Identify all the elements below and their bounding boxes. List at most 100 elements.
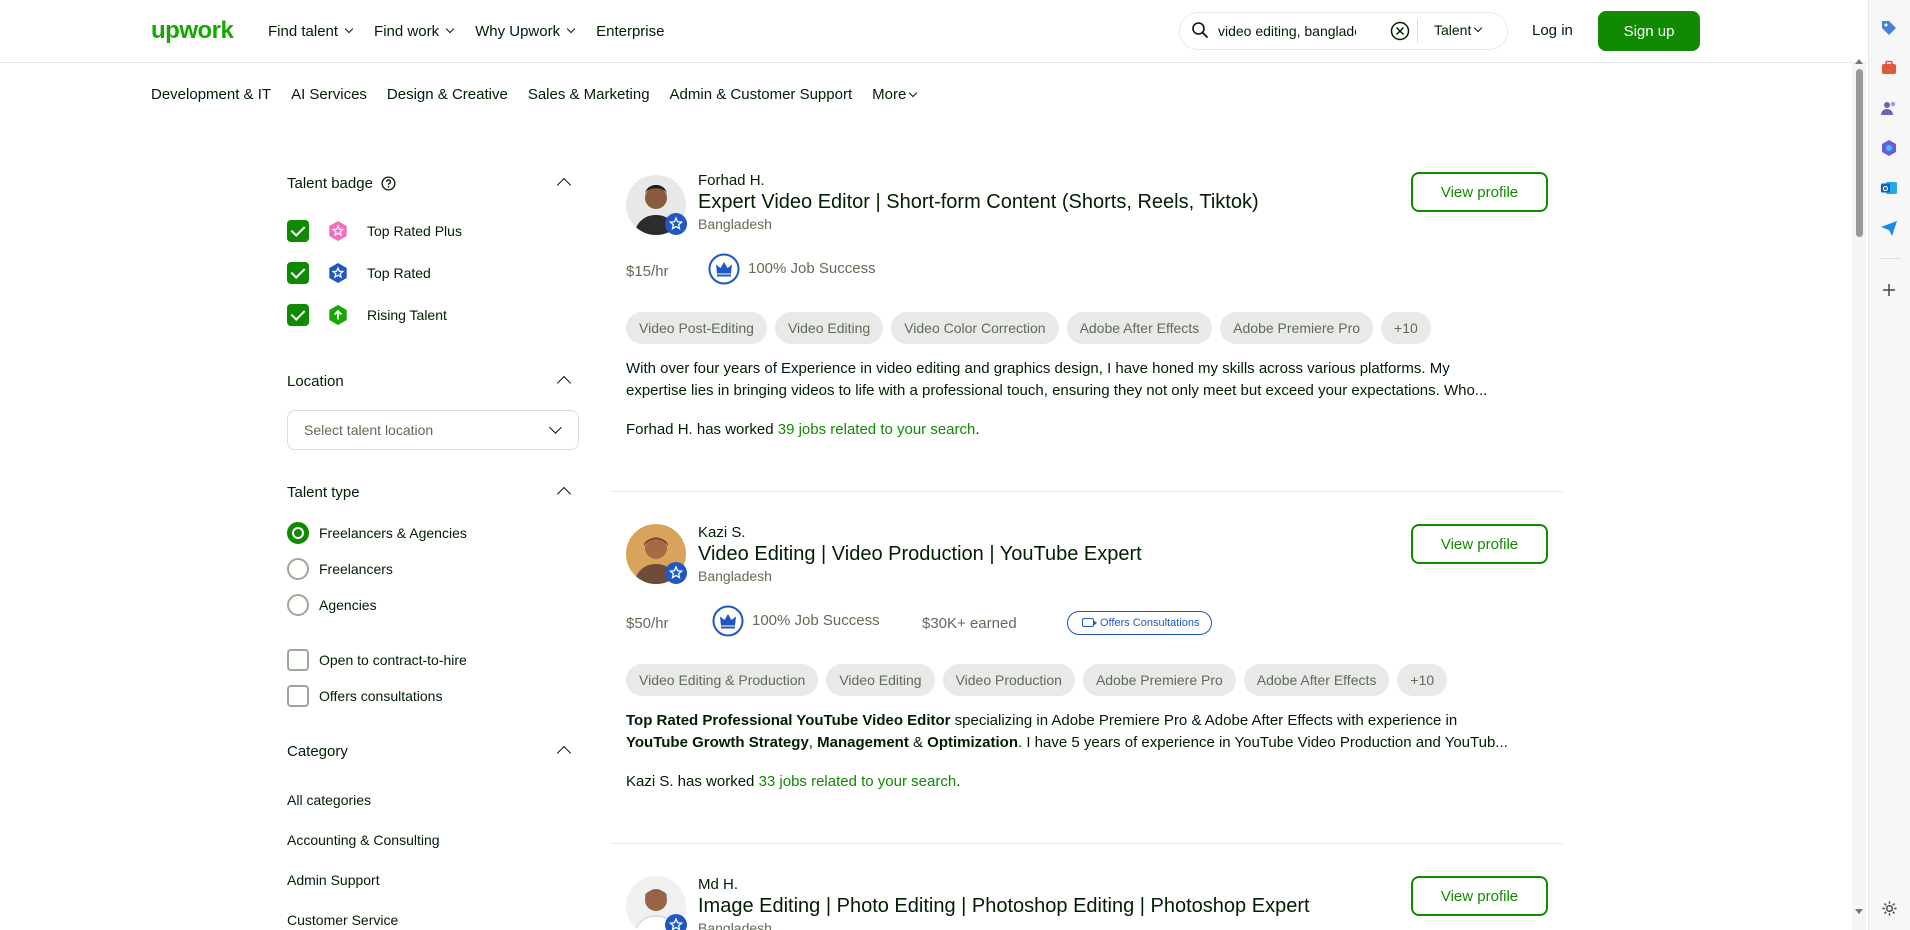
collapse-category-icon[interactable]: [556, 745, 572, 761]
category-bar: Development & IT AI Services Design & Cr…: [151, 86, 918, 103]
nav-find-work[interactable]: Find work: [374, 23, 455, 40]
radio-label: Freelancers: [319, 561, 393, 577]
category-all[interactable]: All categories: [287, 792, 371, 808]
scroll-thumb[interactable]: [1856, 69, 1863, 237]
top-header: upwork Find talent Find work Why Upwork …: [0, 0, 1867, 63]
card-divider: [610, 843, 1563, 844]
offers-consultations-badge[interactable]: Offers Consultations: [1067, 611, 1213, 635]
upwork-logo[interactable]: upwork: [151, 17, 234, 45]
signup-button[interactable]: Sign up: [1598, 11, 1700, 51]
add-icon[interactable]: [1879, 280, 1899, 300]
category-sales-marketing[interactable]: Sales & Marketing: [528, 86, 650, 103]
skill-tag[interactable]: Adobe After Effects: [1066, 312, 1213, 344]
jobs-worked: Forhad H. has worked 39 jobs related to …: [626, 421, 980, 438]
related-jobs-link[interactable]: 39 jobs related to your search: [778, 421, 976, 438]
category-customer-service[interactable]: Customer Service: [287, 912, 398, 928]
collapse-talent-badge-icon[interactable]: [556, 177, 572, 193]
category-development-it[interactable]: Development & IT: [151, 86, 271, 103]
skill-tag[interactable]: Video Editing & Production: [626, 664, 819, 696]
search-scope-select[interactable]: Talent: [1434, 22, 1483, 38]
top-rated-icon: [665, 213, 687, 235]
more-skills-tag[interactable]: +10: [1397, 664, 1448, 696]
skill-tag[interactable]: Video Editing: [774, 312, 884, 344]
freelancer-description[interactable]: With over four years of Experience in vi…: [626, 358, 1556, 402]
radio-freelancers-agencies[interactable]: [287, 522, 309, 544]
clear-search-icon[interactable]: [1390, 21, 1410, 41]
freelancer-card[interactable]: Kazi S. Video Editing | Video Production…: [610, 522, 1563, 842]
nav-enterprise[interactable]: Enterprise: [596, 23, 664, 40]
briefcase-icon[interactable]: [1879, 58, 1899, 78]
freelancer-title[interactable]: Video Editing | Video Production | YouTu…: [698, 543, 1142, 566]
search-divider: [1417, 19, 1418, 43]
collapse-location-icon[interactable]: [556, 375, 572, 391]
nav-why-upwork[interactable]: Why Upwork: [475, 23, 576, 40]
location-heading: Location: [287, 373, 344, 390]
chevron-down-icon: [566, 24, 576, 34]
checkbox-top-rated-plus[interactable]: [287, 220, 309, 242]
skill-tag[interactable]: Adobe After Effects: [1243, 664, 1390, 696]
checkbox-label: Offers consultations: [319, 688, 443, 704]
tag-icon[interactable]: [1879, 18, 1899, 38]
job-success: 100% Job Success: [748, 260, 876, 277]
category-design-creative[interactable]: Design & Creative: [387, 86, 508, 103]
radio-label: Agencies: [319, 597, 377, 613]
search-input[interactable]: [1218, 21, 1356, 41]
checkbox-offers-consultations[interactable]: [287, 685, 309, 707]
skill-tag[interactable]: Adobe Premiere Pro: [1220, 312, 1374, 344]
freelancer-name[interactable]: Md H.: [698, 876, 738, 893]
send-icon[interactable]: [1879, 218, 1899, 238]
badge-label: Top Rated Plus: [367, 223, 462, 239]
freelancer-name[interactable]: Forhad H.: [698, 172, 765, 189]
nav-find-talent[interactable]: Find talent: [268, 23, 354, 40]
category-accounting[interactable]: Accounting & Consulting: [287, 832, 440, 848]
skill-tag[interactable]: Video Post-Editing: [626, 312, 767, 344]
skill-tag[interactable]: Video Production: [942, 664, 1075, 696]
view-profile-button[interactable]: View profile: [1411, 172, 1548, 212]
job-success-icon: [712, 605, 744, 637]
scroll-up-arrow-icon[interactable]: [1855, 59, 1863, 64]
view-profile-button[interactable]: View profile: [1411, 876, 1548, 916]
freelancer-card[interactable]: Forhad H. Expert Video Editor | Short-fo…: [610, 170, 1563, 490]
related-jobs-link[interactable]: 33 jobs related to your search: [759, 773, 957, 790]
help-icon[interactable]: [381, 176, 396, 191]
radio-freelancers[interactable]: [287, 558, 309, 580]
skills-list: Video Post-Editing Video Editing Video C…: [626, 312, 1431, 344]
skill-tag[interactable]: Video Color Correction: [891, 312, 1059, 344]
skill-tag[interactable]: Adobe Premiere Pro: [1082, 664, 1236, 696]
category-ai-services[interactable]: AI Services: [291, 86, 367, 103]
checkbox-contract-to-hire[interactable]: [287, 649, 309, 671]
freelancer-name[interactable]: Kazi S.: [698, 524, 746, 541]
login-link[interactable]: Log in: [1532, 22, 1573, 39]
freelancer-title[interactable]: Expert Video Editor | Short-form Content…: [698, 191, 1259, 214]
more-skills-tag[interactable]: +10: [1381, 312, 1431, 344]
job-success: 100% Job Success: [752, 612, 880, 629]
outlook-icon[interactable]: O: [1879, 178, 1899, 198]
rising-talent-icon: [329, 305, 347, 325]
freelancer-description[interactable]: Top Rated Professional YouTube Video Edi…: [626, 710, 1556, 754]
people-icon[interactable]: [1879, 98, 1899, 118]
location-select[interactable]: Select talent location: [287, 410, 579, 450]
freelancer-country: Bangladesh: [698, 920, 772, 930]
card-divider: [610, 491, 1563, 492]
main-nav: Find talent Find work Why Upwork Enterpr…: [268, 0, 664, 62]
checkbox-top-rated[interactable]: [287, 262, 309, 284]
scroll-down-arrow-icon[interactable]: [1855, 909, 1863, 914]
skill-tag[interactable]: Video Editing: [826, 664, 935, 696]
collapse-talent-type-icon[interactable]: [556, 486, 572, 502]
radio-agencies[interactable]: [287, 594, 309, 616]
checkbox-rising-talent[interactable]: [287, 304, 309, 326]
page-scrollbar[interactable]: [1852, 59, 1866, 930]
badge-label: Top Rated: [367, 265, 431, 281]
freelancer-country: Bangladesh: [698, 216, 772, 232]
freelancer-card[interactable]: Md H. Image Editing | Photo Editing | Ph…: [610, 874, 1563, 930]
category-admin-support-filter[interactable]: Admin Support: [287, 872, 380, 888]
hourly-rate: $15/hr: [626, 263, 669, 280]
video-camera-icon: [1082, 618, 1097, 627]
freelancer-title[interactable]: Image Editing | Photo Editing | Photosho…: [698, 895, 1310, 918]
copilot-icon[interactable]: [1879, 138, 1899, 158]
view-profile-button[interactable]: View profile: [1411, 524, 1548, 564]
category-admin-support[interactable]: Admin & Customer Support: [670, 86, 853, 103]
settings-gear-icon[interactable]: [1879, 898, 1899, 918]
category-more[interactable]: More: [872, 86, 918, 103]
top-rated-icon: [665, 562, 687, 584]
